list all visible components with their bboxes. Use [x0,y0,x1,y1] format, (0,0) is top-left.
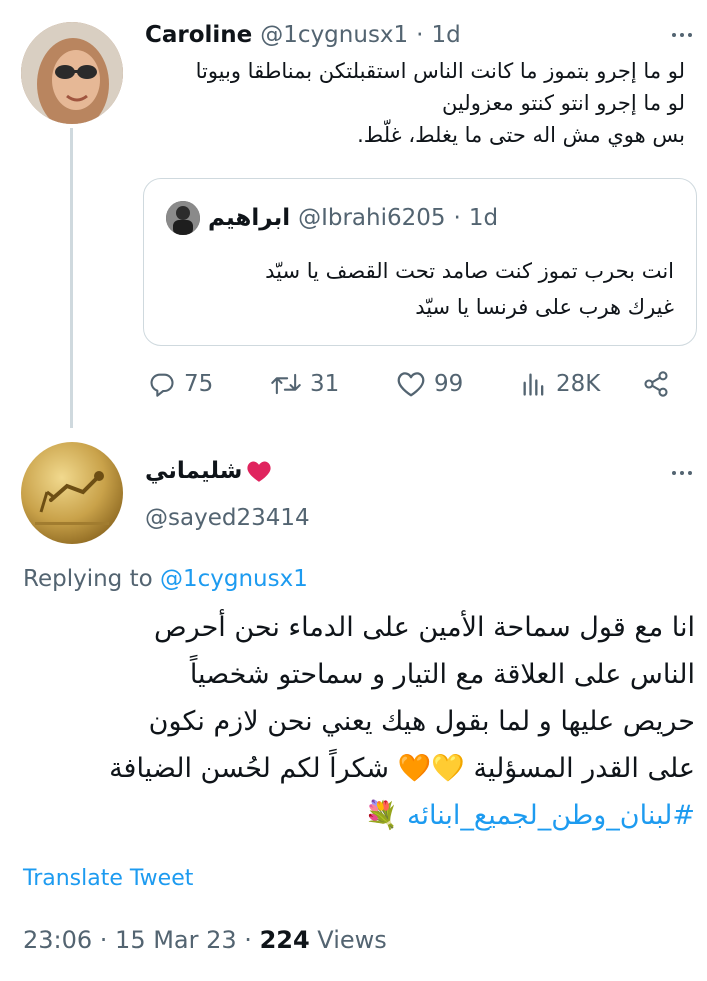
retweet-count: 31 [310,371,340,397]
like-count: 99 [434,371,464,397]
heart-icon [397,372,425,397]
avatar-photo [21,22,123,124]
tweet2-text: انا مع قول سماحة الأمين على الدماء نحن أ… [20,604,695,839]
tweet2-line: انا مع قول سماحة الأمين على الدماء نحن أ… [154,612,695,643]
quote-text: انت بحرب تموز كنت صامد تحت القصف يا سيّد… [164,253,674,325]
bouquet-emoji: 💐 [364,800,399,831]
share-icon [644,371,668,397]
hashtag-link[interactable]: #لبنان_وطن_لجميع_ابنائه [407,800,695,831]
quote-line: غيرك هرب على فرنسا يا سيّد [415,295,674,319]
tweet2-timestamp[interactable]: 23:06 · 15 Mar 23 · [23,926,260,954]
tweet1-time[interactable]: 1d [431,22,460,48]
tweet1-header: Caroline @1cygnusx1 · 1d [145,20,461,50]
tweet2-line: حريص عليها و لما بقول هيك يعني نحن لازم … [148,706,695,737]
avatar-caroline[interactable] [21,22,123,124]
tweet1-line: بس هوي مش اله حتى ما يغلط، غلّط. [357,123,685,147]
quote-header: ابراهيم @Ibrahi6205 · 1d [166,201,498,235]
tweet1-handle[interactable]: @1cygnusx1 [260,22,408,48]
reply-button[interactable]: 75 [148,370,213,398]
thread-line [70,128,73,428]
share-button[interactable] [642,370,670,402]
replying-to-handle[interactable]: @1cygnusx1 [160,566,308,592]
tweet2-line: الناس على العلاقة مع التيار و سماحتو شخص… [189,659,695,690]
tweet2-hashtag-line: #لبنان_وطن_لجميع_ابنائه 💐 [20,792,695,839]
views-button[interactable]: 28K [520,370,600,398]
retweet-button[interactable]: 31 [270,370,339,398]
tweet1-line: لو ما إجرو بتموز ما كانت الناس استقبلتكن… [195,59,685,83]
tweet2-views-count: 224 [259,926,310,954]
tweet2-handle[interactable]: @sayed23414 [145,505,310,531]
translate-tweet-link[interactable]: Translate Tweet [23,866,193,891]
avatar-gold-medal [21,442,123,544]
retweet-icon [271,373,301,395]
quote-separator: · [453,205,461,231]
reply-count: 75 [184,371,214,397]
tweet1-separator: · [416,22,424,48]
tweet2-display-name[interactable]: شليماني [145,458,242,484]
tweet1-display-name[interactable]: Caroline [145,22,252,48]
quote-display-name: ابراهيم [208,205,291,231]
tweet2-views-label: Views [309,926,387,954]
tweet1-line: لو ما إجرو انتو كنتو معزولين [441,91,685,115]
tweet2-name-row: شليماني [145,458,272,484]
tweet2-line: على القدر المسؤلية 💛🧡 شكراً لكم لحُسن ال… [109,753,695,784]
replying-to: Replying to @1cygnusx1 [23,566,308,592]
tweet2-meta: 23:06 · 15 Mar 23 · 224 Views [23,926,387,954]
quote-tweet-card[interactable]: ابراهيم @Ibrahi6205 · 1d انت بحرب تموز ك… [143,178,697,346]
tweet1-text: لو ما إجرو بتموز ما كانت الناس استقبلتكن… [140,55,685,151]
reply-icon [150,373,174,397]
red-heart-icon [247,461,271,482]
quote-avatar [166,201,200,235]
avatar-shlimani[interactable] [21,442,123,544]
views-count: 28K [556,371,601,397]
tweet2-more-icon[interactable] [672,471,692,475]
quote-line: انت بحرب تموز كنت صامد تحت القصف يا سيّد [265,259,674,283]
views-chart-icon [523,373,544,396]
quote-time: 1d [468,205,499,231]
tweet1-more-icon[interactable] [672,33,692,37]
replying-to-label: Replying to [23,566,153,592]
quote-handle: @Ibrahi6205 [298,205,446,231]
like-button[interactable]: 99 [396,370,463,398]
